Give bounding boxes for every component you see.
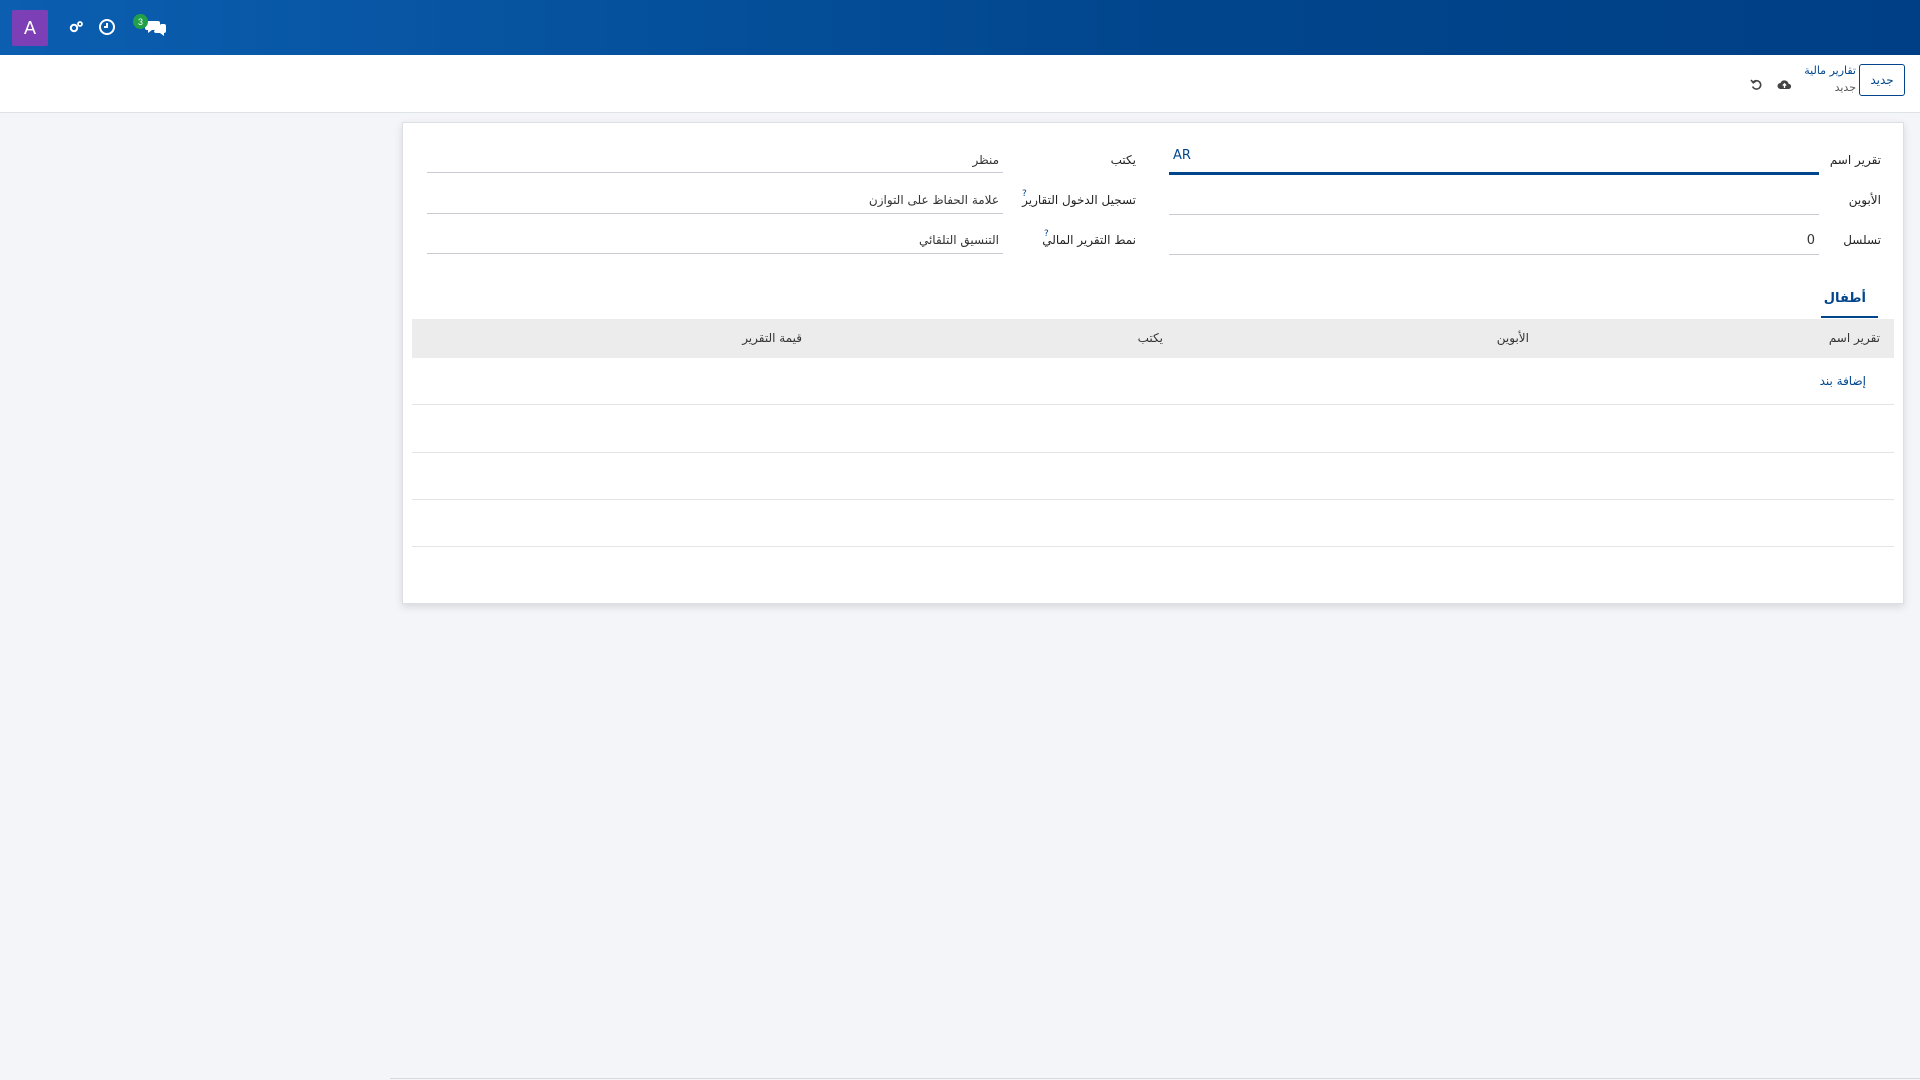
style-field[interactable]: التنسيق التلقائي xyxy=(427,228,1003,254)
column-header-report-name[interactable]: تقرير اسم xyxy=(1829,331,1880,345)
journal-value: علامة الحفاظ على التوازن xyxy=(868,193,999,207)
column-header-type[interactable]: يكتب xyxy=(1138,331,1163,345)
style-help-icon[interactable]: ? xyxy=(1044,229,1049,239)
report-name-value: AR xyxy=(1173,148,1191,163)
report-name-field[interactable]: AR xyxy=(1169,148,1819,175)
settings-icon[interactable] xyxy=(65,16,87,38)
clock-icon[interactable] xyxy=(96,16,118,38)
breadcrumb-parent-link[interactable]: تقارير مالية xyxy=(1804,64,1856,77)
add-line-link[interactable]: إضافة بند xyxy=(1820,374,1866,388)
style-label: نمط التقرير المالي xyxy=(1042,233,1136,247)
journal-label: تسجيل الدخول التقارير xyxy=(1022,193,1136,207)
parent-label: الأبوين xyxy=(1848,193,1881,207)
column-header-parent[interactable]: الأبوين xyxy=(1497,331,1529,345)
parent-field[interactable] xyxy=(1169,189,1819,215)
undo-icon[interactable] xyxy=(1748,76,1764,92)
user-avatar[interactable]: A xyxy=(12,10,48,46)
bottom-divider xyxy=(390,1078,1920,1079)
control-panel xyxy=(0,55,1920,113)
journal-help-icon[interactable]: ? xyxy=(1022,189,1027,199)
journal-field[interactable]: علامة الحفاظ على التوازن xyxy=(427,188,1003,214)
column-header-report-value[interactable]: قيمة التقرير xyxy=(742,331,802,345)
new-button[interactable]: جديد xyxy=(1859,64,1905,96)
top-navbar xyxy=(0,0,1920,55)
report-name-label: تقرير اسم xyxy=(1829,153,1881,167)
sequence-label: تسلسل xyxy=(1843,233,1881,247)
chat-count-badge: 3 xyxy=(133,14,148,29)
tab-children-underline xyxy=(1821,316,1878,318)
sequence-field[interactable]: 0 xyxy=(1169,229,1819,255)
style-value: التنسيق التلقائي xyxy=(918,233,999,247)
type-field[interactable]: منظر xyxy=(427,147,1003,173)
table-row-divider xyxy=(412,499,1894,500)
sequence-value: 0 xyxy=(1806,233,1815,248)
table-row-divider xyxy=(412,546,1894,547)
type-label: يكتب xyxy=(1110,153,1136,167)
breadcrumb-current: جديد xyxy=(1834,81,1856,94)
table-row-divider xyxy=(412,452,1894,453)
table-row-divider xyxy=(412,404,1894,405)
type-value: منظر xyxy=(972,153,999,167)
tab-children[interactable]: أطفال xyxy=(1824,291,1866,306)
upload-icon[interactable] xyxy=(1776,76,1792,92)
